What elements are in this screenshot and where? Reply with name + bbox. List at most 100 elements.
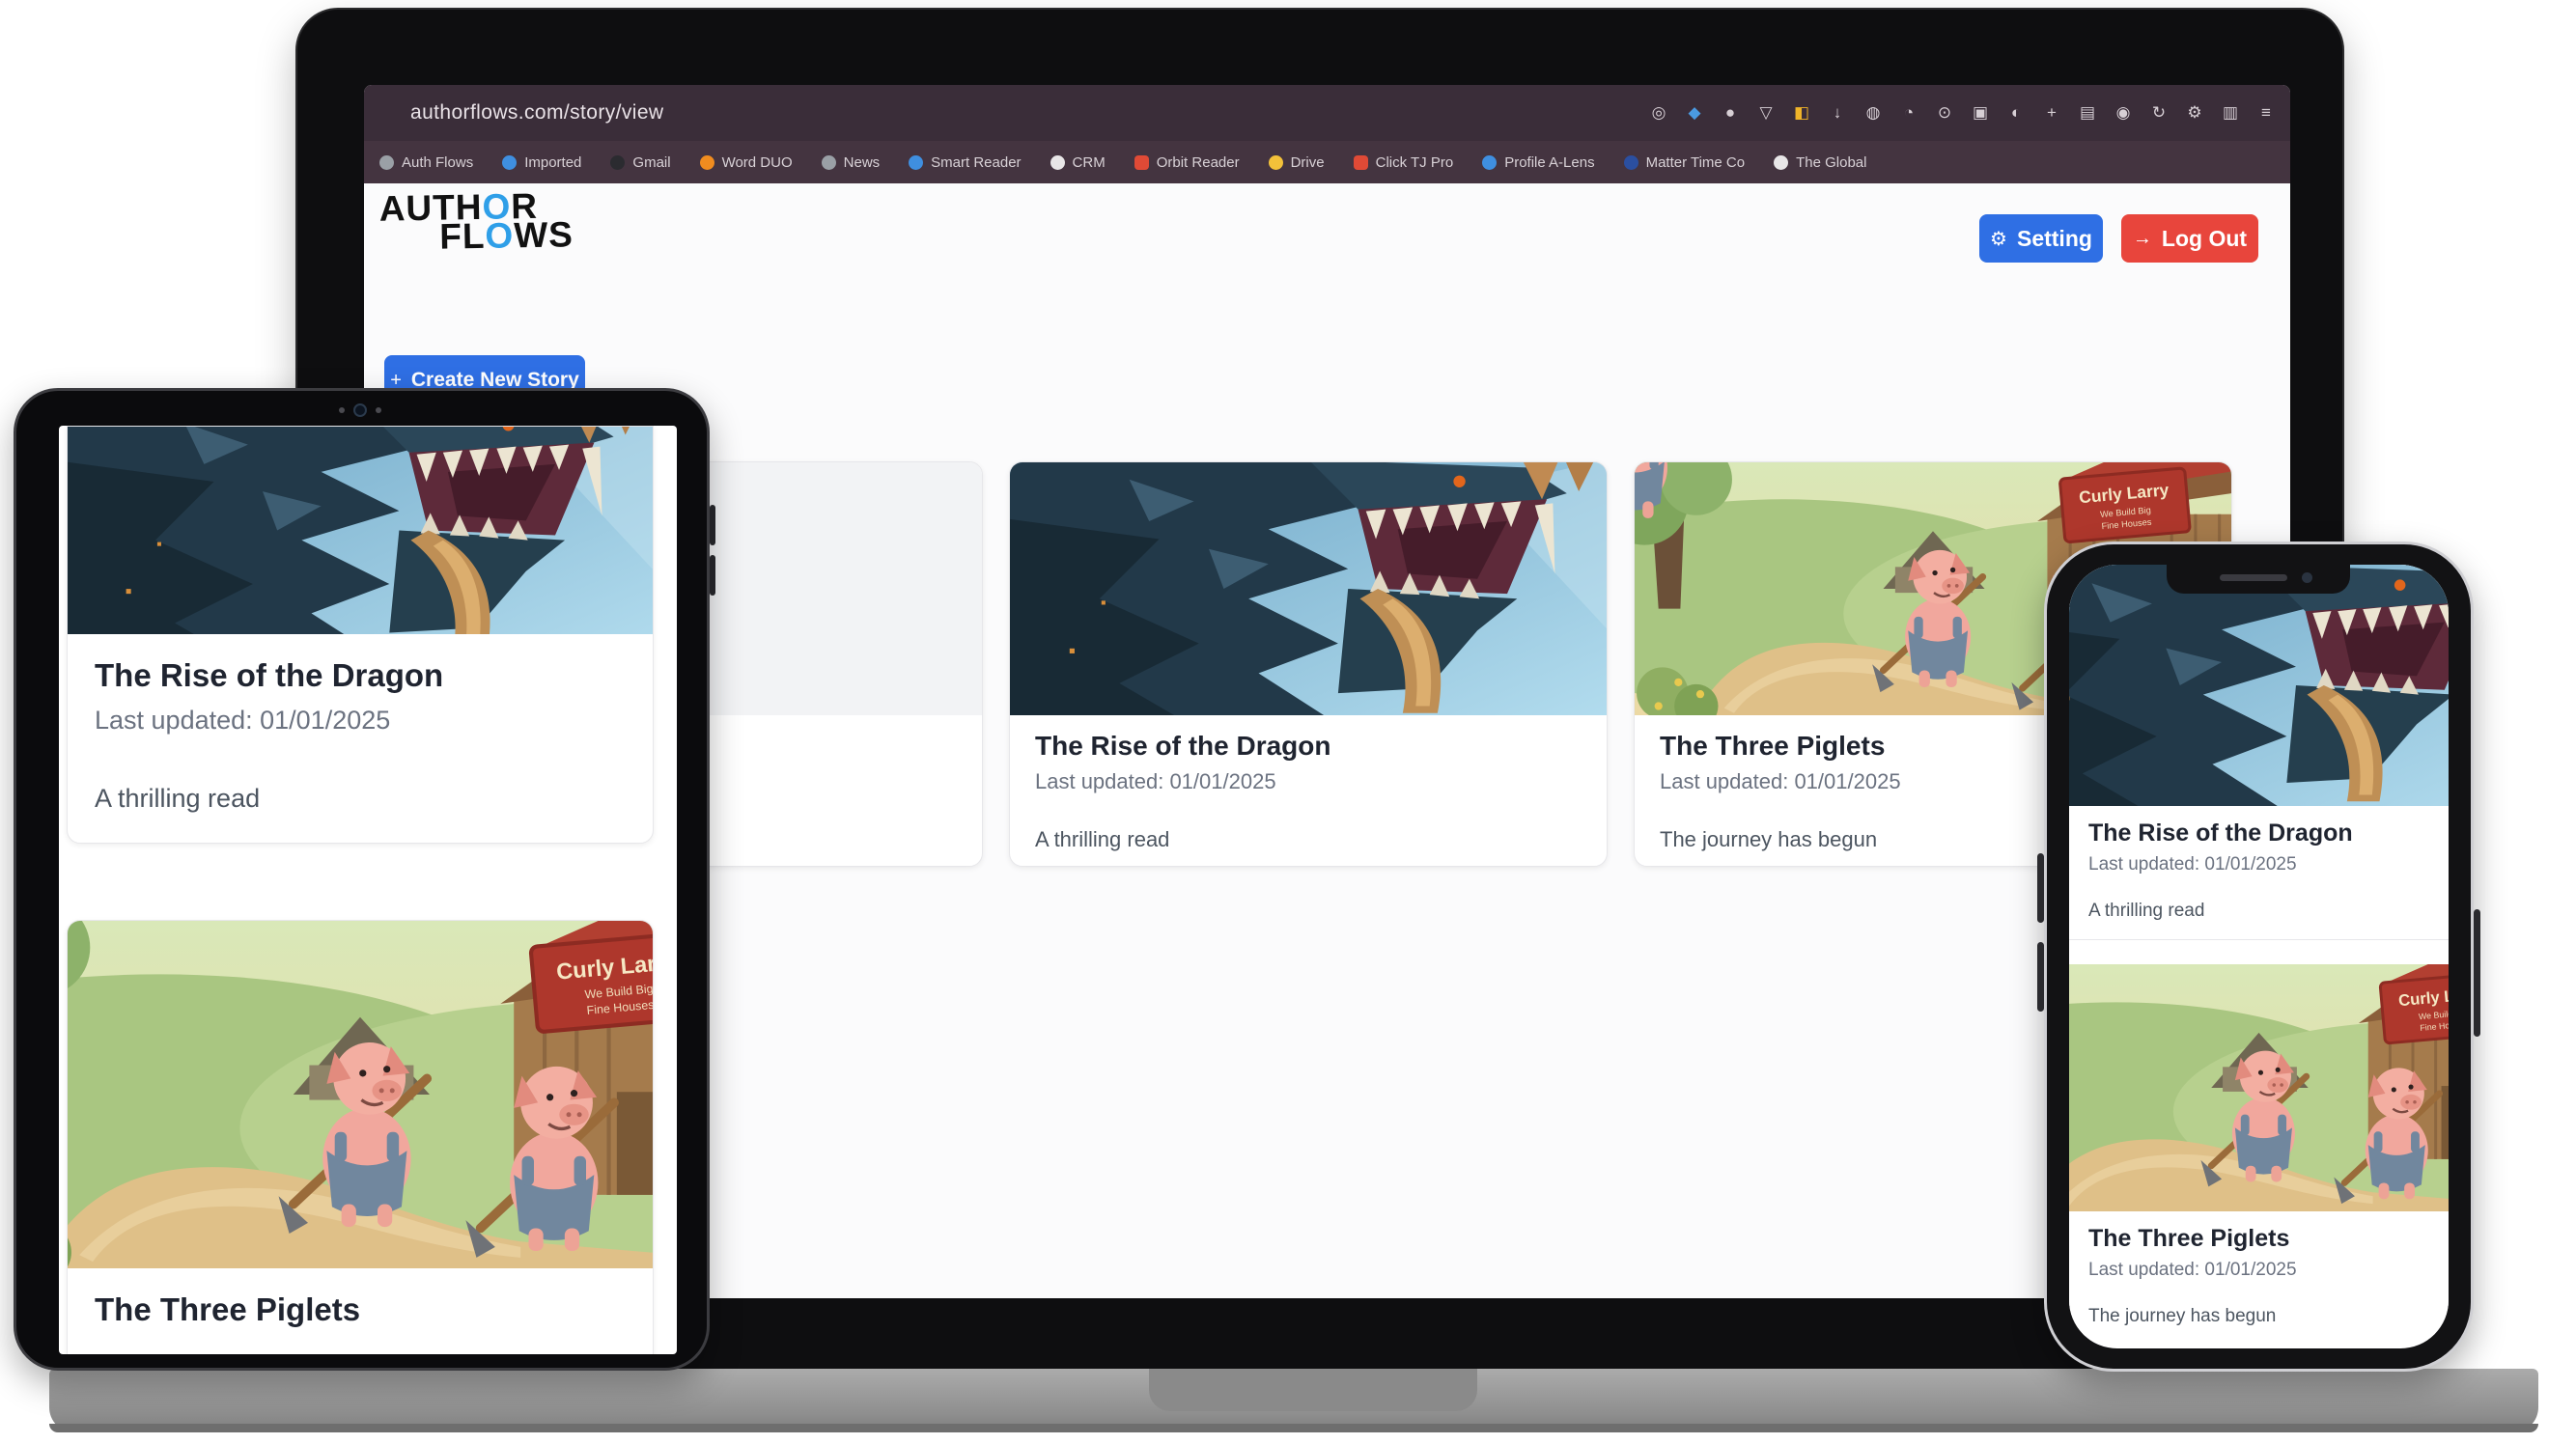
bookmark-item[interactable]: News bbox=[822, 154, 881, 171]
settings-icon[interactable]: ⚙ bbox=[2184, 103, 2205, 123]
bookmark-item[interactable]: Matter Time Co bbox=[1624, 154, 1746, 171]
bookmark-item[interactable]: Smart Reader bbox=[909, 154, 1021, 171]
logout-button[interactable]: → Log Out bbox=[2121, 214, 2258, 263]
settings-button[interactable]: ⚙ Setting bbox=[1979, 214, 2103, 263]
reader-icon[interactable]: ▤ bbox=[2077, 103, 2098, 123]
bookmark-item[interactable]: Auth Flows bbox=[379, 154, 473, 171]
bookmark-item[interactable]: Profile A-Lens bbox=[1482, 154, 1594, 171]
bookmark-item[interactable]: Click TJ Pro bbox=[1354, 154, 1454, 171]
site-logo[interactable]: AUTHOR FLOWS bbox=[378, 189, 574, 255]
bookmark-item[interactable]: Orbit Reader bbox=[1134, 154, 1240, 171]
piglets-cover-art bbox=[2069, 964, 2449, 1211]
bookmark-favicon bbox=[1050, 155, 1065, 170]
bookmark-favicon bbox=[1269, 155, 1283, 170]
settings-label: Setting bbox=[2017, 226, 2092, 252]
story-updated: Last updated: 01/01/2025 bbox=[1035, 769, 1582, 794]
bookmark-item[interactable]: Drive bbox=[1269, 154, 1325, 171]
phone-device: The Rise of the Dragon Last updated: 01/… bbox=[2044, 542, 2474, 1372]
story-description: A thrilling read bbox=[2088, 901, 2429, 922]
sensor-dot-icon bbox=[376, 407, 381, 413]
apps-icon[interactable]: ▣ bbox=[1970, 103, 1991, 123]
tablet-volume-button bbox=[710, 555, 715, 596]
menu-icon[interactable]: ≡ bbox=[2255, 103, 2277, 123]
tab-overview-icon[interactable]: ◎ bbox=[1648, 103, 1669, 123]
bookmark-favicon bbox=[700, 155, 714, 170]
bookmark-label: Matter Time Co bbox=[1646, 154, 1746, 171]
bookmark-favicon bbox=[1624, 155, 1638, 170]
camera-lens-icon bbox=[353, 403, 367, 417]
bookmark-favicon bbox=[1482, 155, 1497, 170]
dragon-cover-art bbox=[2069, 565, 2449, 806]
phone-screen: The Rise of the Dragon Last updated: 01/… bbox=[2069, 565, 2449, 1348]
bookmark-label: Drive bbox=[1291, 154, 1325, 171]
save-icon[interactable]: ↓ bbox=[1827, 103, 1848, 123]
story-title: The Rise of the Dragon bbox=[95, 657, 626, 694]
front-camera-icon bbox=[2302, 572, 2312, 583]
target-icon[interactable]: ⊙ bbox=[1934, 103, 1955, 123]
bookmark-favicon bbox=[610, 155, 625, 170]
refresh-icon[interactable]: ↻ bbox=[2148, 103, 2170, 123]
story-title: The Rise of the Dragon bbox=[1035, 731, 1582, 762]
laptop-base-edge bbox=[49, 1424, 2538, 1432]
story-title: The Three Piglets bbox=[95, 1291, 626, 1328]
bookmark-item[interactable]: The Global bbox=[1774, 154, 1866, 171]
history-icon[interactable]: ◔ bbox=[1898, 103, 1919, 123]
story-updated: Last updated: 01/01/2025 bbox=[95, 706, 626, 736]
bookmark-item[interactable]: Gmail bbox=[610, 154, 670, 171]
story-card-body: The Three Piglets Last updated: 01/01/20… bbox=[2069, 1211, 2449, 1345]
theme-icon[interactable]: ◍ bbox=[1862, 103, 1884, 123]
logo-text: FL bbox=[439, 216, 486, 257]
bookmark-label: CRM bbox=[1073, 154, 1106, 171]
contrast-icon[interactable]: ◐ bbox=[2005, 103, 2027, 123]
bookmark-favicon bbox=[822, 155, 836, 170]
profile-icon[interactable]: ● bbox=[1720, 103, 1741, 123]
bookmark-favicon bbox=[502, 155, 517, 170]
bookmark-favicon bbox=[1354, 155, 1368, 170]
story-card[interactable]: The Rise of the Dragon Last updated: 01/… bbox=[67, 426, 654, 844]
story-card[interactable]: The Three Piglets Last updated: 01/01/20… bbox=[2069, 964, 2449, 1345]
story-card-body: The Three Piglets bbox=[68, 1268, 653, 1354]
laptop-base-notch bbox=[1149, 1369, 1477, 1411]
story-card[interactable]: The Rise of the Dragon Last updated: 01/… bbox=[1009, 461, 1608, 867]
logout-arrow-icon: → bbox=[2133, 228, 2152, 250]
logo-line-2: FLOWS bbox=[439, 218, 574, 253]
story-card[interactable]: The Three Piglets bbox=[67, 920, 654, 1354]
url-display[interactable]: authorflows.com/story/view bbox=[410, 85, 663, 141]
bookmarks-bar: Auth Flows Imported Gmail Word DUO News … bbox=[364, 141, 2290, 183]
bookmark-label: Orbit Reader bbox=[1157, 154, 1240, 171]
story-updated: Last updated: 01/01/2025 bbox=[2088, 1260, 2429, 1281]
tablet-camera bbox=[339, 403, 397, 418]
bookmark-item[interactable]: Word DUO bbox=[700, 154, 793, 171]
bookmark-label: Click TJ Pro bbox=[1376, 154, 1454, 171]
bookmark-label: News bbox=[844, 154, 881, 171]
shield-icon[interactable]: ◆ bbox=[1684, 103, 1705, 123]
split-view-icon[interactable]: ◧ bbox=[1791, 103, 1812, 123]
speaker-icon bbox=[2220, 574, 2287, 581]
gear-icon: ⚙ bbox=[1990, 227, 2007, 251]
record-icon[interactable]: ◉ bbox=[2113, 103, 2134, 123]
logout-label: Log Out bbox=[2162, 226, 2247, 252]
tablet-device: The Rise of the Dragon Last updated: 01/… bbox=[14, 388, 710, 1371]
bookmark-label: Smart Reader bbox=[931, 154, 1021, 171]
browser-toolbar: authorflows.com/story/view ◎ ◆ ● ▽ ◧ ↓ ◍… bbox=[364, 85, 2290, 141]
new-tab-icon[interactable]: + bbox=[2041, 103, 2062, 123]
bookmark-favicon bbox=[1134, 155, 1149, 170]
bookmark-favicon bbox=[909, 155, 923, 170]
story-card[interactable]: The Rise of the Dragon Last updated: 01/… bbox=[2069, 565, 2449, 940]
bookmark-label: Gmail bbox=[632, 154, 670, 171]
download-icon[interactable]: ▽ bbox=[1755, 103, 1777, 123]
dragon-cover-art bbox=[1010, 462, 1607, 715]
bookmark-item[interactable]: CRM bbox=[1050, 154, 1106, 171]
bookmark-label: Auth Flows bbox=[402, 154, 473, 171]
bookmark-label: The Global bbox=[1796, 154, 1866, 171]
logo-text: WS bbox=[514, 214, 574, 255]
story-description: A thrilling read bbox=[1035, 827, 1582, 852]
bookmark-favicon bbox=[1774, 155, 1788, 170]
story-card-body: The Rise of the Dragon Last updated: 01/… bbox=[1010, 715, 1607, 867]
bookmark-label: Imported bbox=[524, 154, 581, 171]
piglets-cover-art bbox=[68, 921, 653, 1268]
grid-icon[interactable]: ▥ bbox=[2220, 103, 2241, 123]
story-title: The Three Piglets bbox=[2088, 1225, 2429, 1253]
bookmark-item[interactable]: Imported bbox=[502, 154, 581, 171]
story-updated: Last updated: 01/01/2025 bbox=[2088, 854, 2429, 875]
